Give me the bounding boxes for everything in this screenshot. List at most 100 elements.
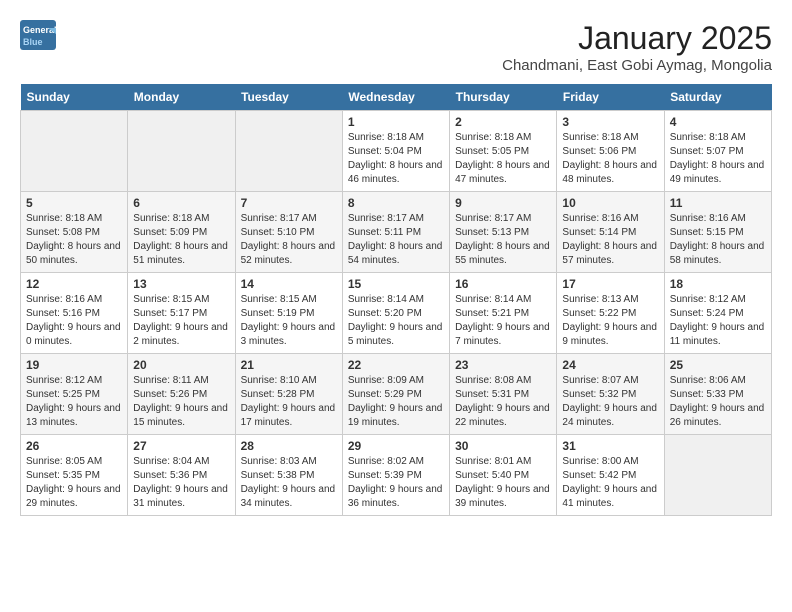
day-number: 18 [670, 277, 766, 291]
calendar-cell: 25Sunrise: 8:06 AM Sunset: 5:33 PM Dayli… [664, 354, 771, 435]
calendar-cell: 5 Sunrise: 8:18 AM Sunset: 5:08 PM Daylig… [21, 192, 128, 273]
day-number: 25 [670, 358, 766, 372]
day-number: 2 [455, 115, 551, 129]
calendar-cell: 27Sunrise: 8:04 AM Sunset: 5:36 PM Dayli… [128, 435, 235, 516]
weekday-header-tuesday: Tuesday [235, 84, 342, 111]
calendar-cell: 16Sunrise: 8:14 AM Sunset: 5:21 PM Dayli… [450, 273, 557, 354]
calendar-cell: 21Sunrise: 8:10 AM Sunset: 5:28 PM Dayli… [235, 354, 342, 435]
day-info: Sunrise: 8:14 AM Sunset: 5:21 PM Dayligh… [455, 293, 551, 349]
calendar-cell: 6 Sunrise: 8:18 AM Sunset: 5:09 PM Daylig… [128, 192, 235, 273]
calendar-cell: 2 Sunrise: 8:18 AM Sunset: 5:05 PM Daylig… [450, 111, 557, 192]
day-info: Sunrise: 8:18 AM Sunset: 5:07 PM Dayligh… [670, 131, 766, 187]
day-info: Sunrise: 8:00 AM Sunset: 5:42 PM Dayligh… [562, 455, 658, 511]
calendar-cell: 3Sunrise: 8:18 AM Sunset: 5:06 PM Daylig… [557, 111, 664, 192]
calendar-cell: 31 Sunrise: 8:00 AM Sunset: 5:42 PM Dayli… [557, 435, 664, 516]
calendar-cell: 23 Sunrise: 8:08 AM Sunset: 5:31 PM Dayli… [450, 354, 557, 435]
day-info: Sunrise: 8:18 AM Sunset: 5:04 PM Dayligh… [348, 131, 444, 187]
day-info: Sunrise: 8:09 AM Sunset: 5:29 PM Dayligh… [348, 374, 444, 430]
day-number: 31 [562, 439, 658, 453]
week-row-5: 26Sunrise: 8:05 AM Sunset: 5:35 PM Dayli… [21, 435, 772, 516]
day-info: Sunrise: 8:15 AM Sunset: 5:17 PM Dayligh… [133, 293, 229, 349]
calendar-cell: 17 Sunrise: 8:13 AM Sunset: 5:22 PM Dayli… [557, 273, 664, 354]
day-info: Sunrise: 8:18 AM Sunset: 5:08 PM Dayligh… [26, 212, 122, 268]
day-number: 21 [241, 358, 337, 372]
calendar-cell: 29Sunrise: 8:02 AM Sunset: 5:39 PM Dayli… [342, 435, 449, 516]
weekday-header-sunday: Sunday [21, 84, 128, 111]
day-number: 20 [133, 358, 229, 372]
weekday-header-row: SundayMondayTuesdayWednesdayThursdayFrid… [21, 84, 772, 111]
day-info: Sunrise: 8:15 AM Sunset: 5:19 PM Dayligh… [241, 293, 337, 349]
day-number: 19 [26, 358, 122, 372]
svg-text:Blue: Blue [23, 37, 43, 47]
calendar-cell: 26Sunrise: 8:05 AM Sunset: 5:35 PM Dayli… [21, 435, 128, 516]
calendar-cell [21, 111, 128, 192]
day-info: Sunrise: 8:18 AM Sunset: 5:09 PM Dayligh… [133, 212, 229, 268]
day-info: Sunrise: 8:12 AM Sunset: 5:25 PM Dayligh… [26, 374, 122, 430]
day-info: Sunrise: 8:07 AM Sunset: 5:32 PM Dayligh… [562, 374, 658, 430]
day-info: Sunrise: 8:17 AM Sunset: 5:11 PM Dayligh… [348, 212, 444, 268]
logo: General Blue [20, 20, 56, 50]
day-number: 1 [348, 115, 444, 129]
week-row-1: 1 Sunrise: 8:18 AM Sunset: 5:04 PM Daylig… [21, 111, 772, 192]
calendar-cell: 19 Sunrise: 8:12 AM Sunset: 5:25 PM Dayli… [21, 354, 128, 435]
title-section: January 2025 Chandmani, East Gobi Aymag,… [502, 20, 772, 74]
day-number: 7 [241, 196, 337, 210]
day-info: Sunrise: 8:16 AM Sunset: 5:16 PM Dayligh… [26, 293, 122, 349]
calendar-cell: 1 Sunrise: 8:18 AM Sunset: 5:04 PM Daylig… [342, 111, 449, 192]
day-number: 30 [455, 439, 551, 453]
day-info: Sunrise: 8:08 AM Sunset: 5:31 PM Dayligh… [455, 374, 551, 430]
page-header: General Blue January 2025 Chandmani, Eas… [20, 20, 772, 74]
day-number: 8 [348, 196, 444, 210]
day-info: Sunrise: 8:14 AM Sunset: 5:20 PM Dayligh… [348, 293, 444, 349]
calendar-cell: 9 Sunrise: 8:17 AM Sunset: 5:13 PM Daylig… [450, 192, 557, 273]
calendar-cell: 22 Sunrise: 8:09 AM Sunset: 5:29 PM Dayli… [342, 354, 449, 435]
day-info: Sunrise: 8:17 AM Sunset: 5:10 PM Dayligh… [241, 212, 337, 268]
calendar-cell [664, 435, 771, 516]
day-info: Sunrise: 8:12 AM Sunset: 5:24 PM Dayligh… [670, 293, 766, 349]
day-info: Sunrise: 8:18 AM Sunset: 5:06 PM Dayligh… [562, 131, 658, 187]
day-number: 28 [241, 439, 337, 453]
day-number: 6 [133, 196, 229, 210]
week-row-4: 19 Sunrise: 8:12 AM Sunset: 5:25 PM Dayli… [21, 354, 772, 435]
calendar-cell: 15 Sunrise: 8:14 AM Sunset: 5:20 PM Dayli… [342, 273, 449, 354]
calendar-title: January 2025 [502, 20, 772, 57]
day-info: Sunrise: 8:11 AM Sunset: 5:26 PM Dayligh… [133, 374, 229, 430]
weekday-header-friday: Friday [557, 84, 664, 111]
day-number: 22 [348, 358, 444, 372]
day-info: Sunrise: 8:18 AM Sunset: 5:05 PM Dayligh… [455, 131, 551, 187]
day-info: Sunrise: 8:13 AM Sunset: 5:22 PM Dayligh… [562, 293, 658, 349]
day-info: Sunrise: 8:02 AM Sunset: 5:39 PM Dayligh… [348, 455, 444, 511]
calendar-cell: 13 Sunrise: 8:15 AM Sunset: 5:17 PM Dayli… [128, 273, 235, 354]
calendar-cell: 11 Sunrise: 8:16 AM Sunset: 5:15 PM Dayli… [664, 192, 771, 273]
day-number: 23 [455, 358, 551, 372]
calendar-cell: 28 Sunrise: 8:03 AM Sunset: 5:38 PM Dayli… [235, 435, 342, 516]
day-number: 9 [455, 196, 551, 210]
day-number: 13 [133, 277, 229, 291]
week-row-3: 12Sunrise: 8:16 AM Sunset: 5:16 PM Dayli… [21, 273, 772, 354]
day-info: Sunrise: 8:17 AM Sunset: 5:13 PM Dayligh… [455, 212, 551, 268]
day-number: 5 [26, 196, 122, 210]
week-row-2: 5 Sunrise: 8:18 AM Sunset: 5:08 PM Daylig… [21, 192, 772, 273]
day-number: 15 [348, 277, 444, 291]
calendar-cell [128, 111, 235, 192]
day-number: 11 [670, 196, 766, 210]
calendar-cell: 24 Sunrise: 8:07 AM Sunset: 5:32 PM Dayli… [557, 354, 664, 435]
day-number: 17 [562, 277, 658, 291]
calendar-cell: 8 Sunrise: 8:17 AM Sunset: 5:11 PM Daylig… [342, 192, 449, 273]
calendar-cell: 18 Sunrise: 8:12 AM Sunset: 5:24 PM Dayli… [664, 273, 771, 354]
day-number: 24 [562, 358, 658, 372]
calendar-cell: 7 Sunrise: 8:17 AM Sunset: 5:10 PM Daylig… [235, 192, 342, 273]
day-info: Sunrise: 8:16 AM Sunset: 5:15 PM Dayligh… [670, 212, 766, 268]
calendar-cell: 30Sunrise: 8:01 AM Sunset: 5:40 PM Dayli… [450, 435, 557, 516]
calendar-cell: 20 Sunrise: 8:11 AM Sunset: 5:26 PM Dayli… [128, 354, 235, 435]
calendar-cell: 10Sunrise: 8:16 AM Sunset: 5:14 PM Dayli… [557, 192, 664, 273]
day-number: 10 [562, 196, 658, 210]
day-info: Sunrise: 8:03 AM Sunset: 5:38 PM Dayligh… [241, 455, 337, 511]
calendar-cell [235, 111, 342, 192]
day-number: 26 [26, 439, 122, 453]
calendar-subtitle: Chandmani, East Gobi Aymag, Mongolia [502, 57, 772, 74]
calendar-table: SundayMondayTuesdayWednesdayThursdayFrid… [20, 84, 772, 516]
calendar-cell: 4Sunrise: 8:18 AM Sunset: 5:07 PM Daylig… [664, 111, 771, 192]
day-number: 14 [241, 277, 337, 291]
weekday-header-monday: Monday [128, 84, 235, 111]
